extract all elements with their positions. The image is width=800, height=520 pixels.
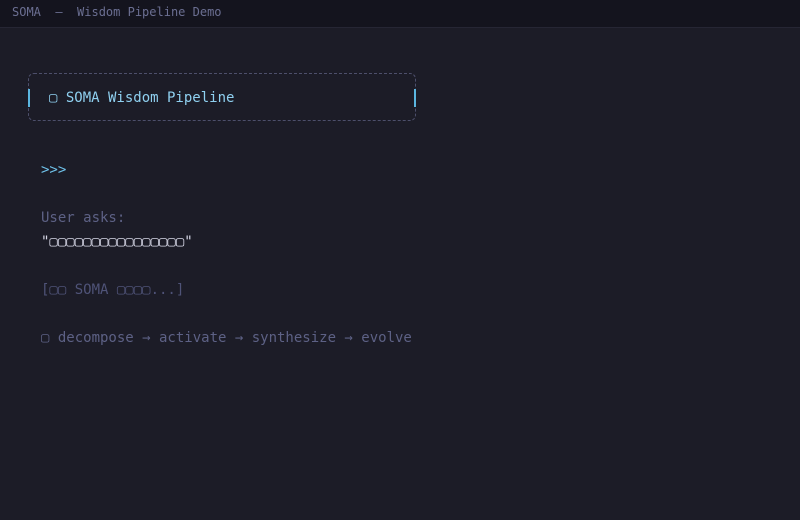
header-title: ▢ SOMA Wisdom Pipeline [49, 90, 235, 106]
title-bar: SOMA — Wisdom Pipeline Demo [0, 0, 800, 28]
user-asks-label: User asks: [41, 210, 126, 226]
window-title: SOMA — Wisdom Pipeline Demo [12, 5, 222, 19]
user-query-text: "▢▢▢▢▢▢▢▢▢▢▢▢▢▢▢▢" [41, 234, 193, 250]
pipeline-steps: ▢ decompose → activate → synthesize → ev… [41, 330, 412, 346]
header-right-accent [414, 89, 416, 107]
terminal-window: SOMA — Wisdom Pipeline Demo ▢ SOMA Wisdo… [0, 0, 800, 520]
header-left-accent [28, 89, 30, 107]
pipeline-header-box: ▢ SOMA Wisdom Pipeline [28, 73, 416, 121]
status-line: [▢▢ SOMA ▢▢▢▢...] [41, 282, 185, 298]
command-prompt[interactable]: >>> [41, 160, 66, 180]
